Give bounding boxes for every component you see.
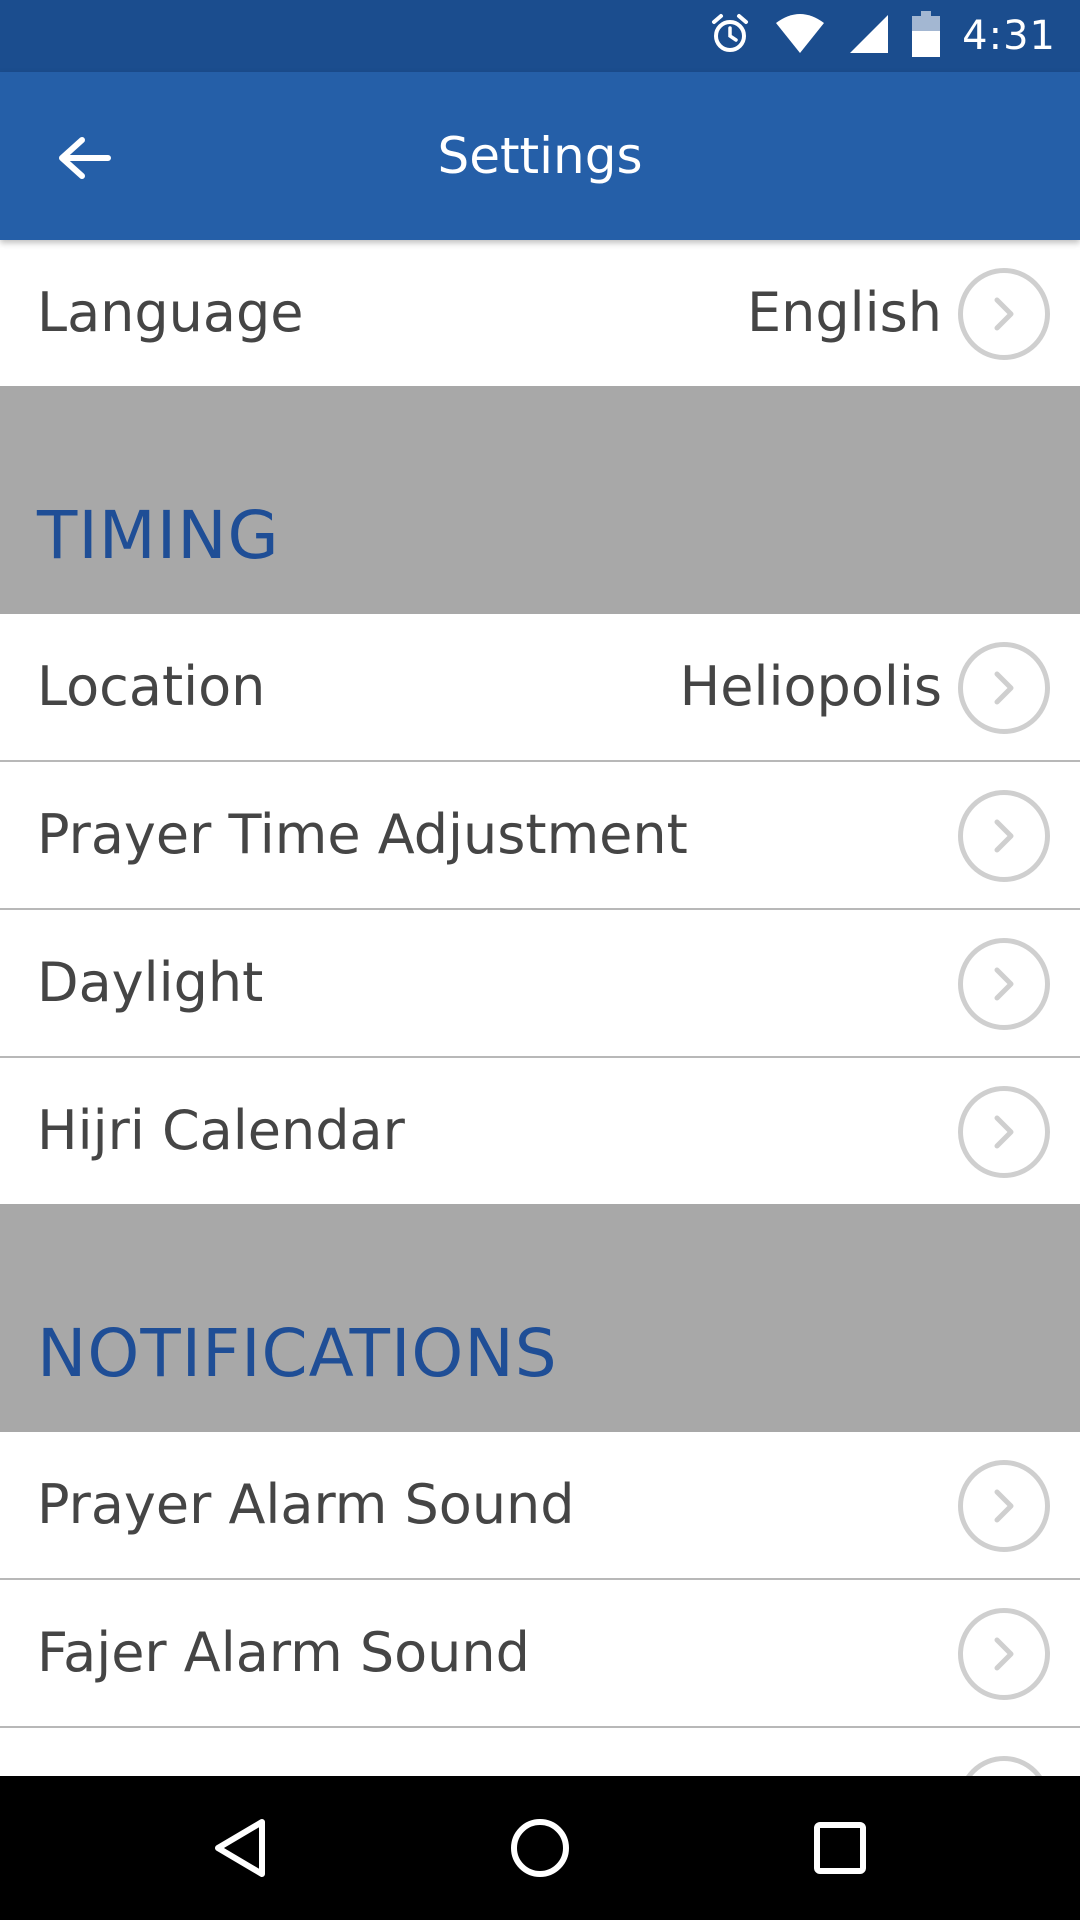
prayer-time-adjustment-row[interactable]: Prayer Time Adjustment — [0, 762, 1080, 910]
list-item-partial[interactable] — [0, 1728, 1080, 1776]
status-icons: 4:31 — [708, 0, 1056, 72]
wifi-icon — [774, 13, 826, 59]
chevron-right-icon — [958, 642, 1050, 734]
row-label: Hijri Calendar — [37, 1099, 405, 1162]
battery-icon — [912, 11, 941, 61]
section-title: TIMING — [37, 497, 280, 574]
location-row[interactable]: Location Heliopolis — [0, 614, 1080, 762]
prayer-alarm-sound-row[interactable]: Prayer Alarm Sound — [0, 1432, 1080, 1580]
row-label: Prayer Time Adjustment — [37, 803, 688, 866]
recents-square-icon[interactable] — [804, 1812, 876, 1884]
chevron-right-icon — [958, 1460, 1050, 1552]
settings-list: Language English TIMING Location Heliopo… — [0, 240, 1080, 1776]
section-title: NOTIFICATIONS — [37, 1315, 558, 1392]
system-nav-bar — [0, 1776, 1080, 1920]
chevron-right-icon — [958, 938, 1050, 1030]
home-circle-icon[interactable] — [504, 1812, 576, 1884]
chevron-right-icon — [958, 1086, 1050, 1178]
row-label: Prayer Alarm Sound — [37, 1473, 575, 1536]
signal-icon — [848, 13, 890, 59]
back-triangle-icon[interactable] — [204, 1812, 276, 1884]
row-label: Language — [37, 281, 304, 344]
chevron-right-icon — [958, 1608, 1050, 1700]
chevron-right-icon — [958, 1756, 1050, 1776]
row-value: English — [747, 281, 942, 344]
chevron-right-icon — [958, 790, 1050, 882]
row-label: Fajer Alarm Sound — [37, 1621, 530, 1684]
page-title: Settings — [437, 127, 643, 185]
row-label: Daylight — [37, 951, 264, 1014]
status-time: 4:31 — [962, 13, 1056, 59]
row-label: Location — [37, 655, 266, 718]
chevron-right-icon — [958, 268, 1050, 360]
language-row[interactable]: Language English — [0, 240, 1080, 386]
app-bar: Settings — [0, 72, 1080, 240]
status-bar: 4:31 — [0, 0, 1080, 72]
alarm-icon — [708, 12, 752, 60]
row-value: Heliopolis — [679, 655, 942, 718]
section-header-notifications: NOTIFICATIONS — [0, 1204, 1080, 1432]
daylight-row[interactable]: Daylight — [0, 910, 1080, 1058]
fajer-alarm-sound-row[interactable]: Fajer Alarm Sound — [0, 1580, 1080, 1728]
hijri-calendar-row[interactable]: Hijri Calendar — [0, 1058, 1080, 1204]
section-header-timing: TIMING — [0, 386, 1080, 614]
